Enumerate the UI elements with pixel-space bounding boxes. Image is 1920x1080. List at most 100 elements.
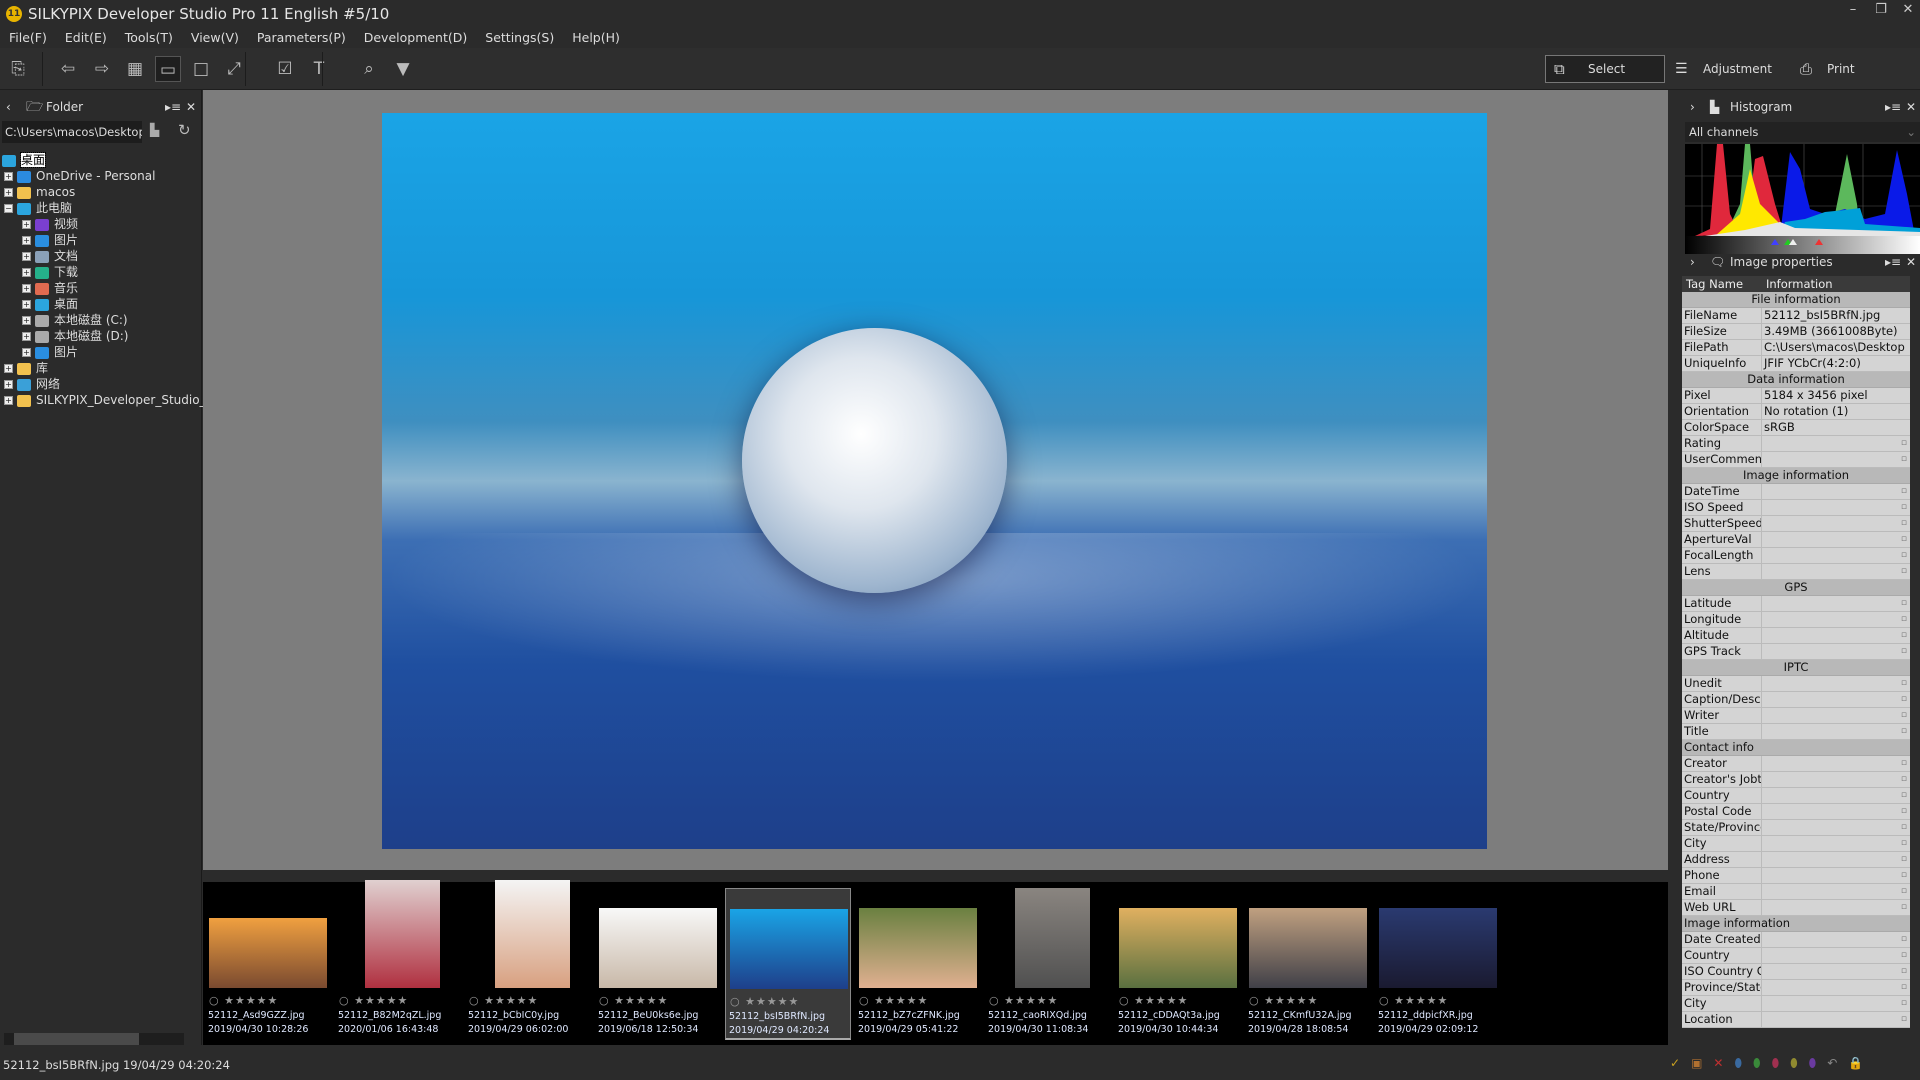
delete-icon[interactable]: ✕	[1713, 1056, 1723, 1071]
panel-close-icon[interactable]: ✕	[186, 95, 196, 119]
filter-icon[interactable]: ▼	[390, 56, 416, 82]
collapse-icon[interactable]: −	[4, 204, 13, 213]
mark-icon[interactable]: ☑	[272, 56, 298, 82]
lock-icon[interactable]: 🔒	[1848, 1056, 1863, 1071]
tree-item[interactable]: + 本地磁盘 (C:)	[22, 312, 128, 328]
panel-menu-icon[interactable]: ▸≡	[165, 95, 181, 119]
property-value[interactable]	[1762, 676, 1910, 691]
property-value[interactable]	[1762, 948, 1910, 963]
rating-stars[interactable]: ○ ★★★★★	[599, 994, 668, 1007]
property-value[interactable]	[1762, 708, 1910, 723]
panel-close-icon[interactable]: ✕	[1906, 95, 1916, 119]
expand-icon[interactable]: +	[22, 236, 31, 245]
thumbnail[interactable]: ○ ★★★★★ 52112_bsI5BRfN.jpg 2019/04/29 04:2…	[725, 888, 851, 1040]
expand-icon[interactable]: +	[22, 332, 31, 341]
property-value[interactable]	[1762, 612, 1910, 627]
folder-path-input[interactable]: C:\Users\macos\Desktop	[2, 121, 142, 143]
tree-item[interactable]: + 视频	[22, 216, 78, 232]
property-value[interactable]	[1762, 964, 1910, 979]
expand-icon[interactable]: +	[22, 220, 31, 229]
rating-stars[interactable]: ○ ★★★★★	[1119, 994, 1188, 1007]
tree-item[interactable]: + 桌面	[22, 296, 78, 312]
expand-icon[interactable]: +	[22, 284, 31, 293]
panel-menu-icon[interactable]: ▸≡	[1885, 95, 1901, 119]
property-value[interactable]	[1762, 1012, 1910, 1027]
property-value[interactable]	[1762, 516, 1910, 531]
close-button[interactable]: ✕	[1893, 2, 1920, 17]
property-value[interactable]	[1762, 804, 1910, 819]
property-value[interactable]	[1762, 756, 1910, 771]
property-value[interactable]	[1762, 596, 1910, 611]
expand-icon[interactable]: +	[4, 380, 13, 389]
tree-item[interactable]: + 网络	[4, 376, 60, 392]
rating-stars[interactable]: ○ ★★★★★	[1249, 994, 1318, 1007]
tree-item[interactable]: 桌面	[2, 152, 47, 168]
image-viewer[interactable]	[203, 90, 1668, 870]
expand-icon[interactable]: +	[22, 348, 31, 357]
select-mode-button[interactable]: ⧉ Select	[1545, 55, 1665, 83]
panel-menu-icon[interactable]: ▸≡	[1885, 250, 1901, 274]
undo-icon[interactable]: ↶	[1827, 1056, 1837, 1071]
expand-icon[interactable]: +	[22, 252, 31, 261]
rating-stars[interactable]: ○ ★★★★★	[1379, 994, 1448, 1007]
property-value[interactable]	[1762, 820, 1910, 835]
thumbnail[interactable]: ○ ★★★★★ 52112_cDDAQt3a.jpg 2019/04/30 10:4…	[1115, 888, 1241, 1040]
property-value[interactable]	[1762, 980, 1910, 995]
adjustment-mode-button[interactable]: ☰ Adjustment	[1675, 55, 1772, 83]
tag-green-icon[interactable]: ⬮	[1753, 1056, 1761, 1071]
thumbnail[interactable]: ○ ★★★★★ 52112_Asd9GZZ.jpg 2019/04/30 10:28…	[205, 888, 331, 1040]
expand-icon[interactable]: +	[4, 396, 13, 405]
next-icon[interactable]: ⇨	[89, 56, 115, 82]
collapse-icon[interactable]: ‹	[6, 95, 11, 119]
tree-item[interactable]: + 库	[4, 360, 48, 376]
property-value[interactable]	[1762, 836, 1910, 851]
menu-item[interactable]: File(F)	[0, 28, 56, 48]
minimize-button[interactable]: –	[1838, 2, 1868, 17]
filmstrip-view-icon[interactable]: ▭	[155, 56, 181, 82]
menu-item[interactable]: View(V)	[182, 28, 248, 48]
rating-stars[interactable]: ○ ★★★★★	[730, 995, 799, 1008]
menu-item[interactable]: Tools(T)	[116, 28, 182, 48]
previous-icon[interactable]: ⇦	[55, 56, 81, 82]
property-value[interactable]	[1762, 500, 1910, 515]
tree-item[interactable]: + 图片	[22, 232, 78, 248]
print-mode-button[interactable]: ⎙ Print	[1800, 55, 1855, 83]
property-value[interactable]	[1762, 996, 1910, 1011]
tree-item[interactable]: + 下载	[22, 264, 78, 280]
tree-item[interactable]: + 文档	[22, 248, 78, 264]
restore-button[interactable]: ❐	[1866, 2, 1896, 17]
menu-item[interactable]: Settings(S)	[476, 28, 563, 48]
property-value[interactable]	[1762, 724, 1910, 739]
rating-stars[interactable]: ○ ★★★★★	[989, 994, 1058, 1007]
tree-item[interactable]: + 音乐	[22, 280, 78, 296]
expand-icon[interactable]: +	[22, 316, 31, 325]
expand-icon[interactable]: +	[22, 268, 31, 277]
property-value[interactable]	[1762, 900, 1910, 915]
tree-item[interactable]: + OneDrive - Personal	[4, 168, 155, 184]
refresh-icon[interactable]: ↻	[178, 121, 191, 139]
thumbnail[interactable]: ○ ★★★★★ 52112_CKmfU32A.jpg 2019/04/28 18:0…	[1245, 888, 1371, 1040]
expand-icon[interactable]: ›	[1690, 250, 1695, 274]
menu-item[interactable]: Parameters(P)	[248, 28, 355, 48]
rating-stars[interactable]: ○ ★★★★★	[859, 994, 928, 1007]
property-value[interactable]	[1762, 884, 1910, 899]
expand-icon[interactable]: +	[22, 300, 31, 309]
fullscreen-icon[interactable]: ⤢	[221, 56, 247, 82]
panel-close-icon[interactable]: ✕	[1906, 250, 1916, 274]
menu-item[interactable]: Development(D)	[355, 28, 477, 48]
rating-stars[interactable]: ○ ★★★★★	[339, 994, 408, 1007]
property-value[interactable]	[1762, 772, 1910, 787]
property-value[interactable]	[1762, 692, 1910, 707]
property-value[interactable]	[1762, 484, 1910, 499]
export-icon[interactable]: ⎘	[5, 56, 31, 82]
tree-item[interactable]: + 本地磁盘 (D:)	[22, 328, 128, 344]
property-value[interactable]	[1762, 868, 1910, 883]
property-value[interactable]	[1762, 628, 1910, 643]
tree-item[interactable]: − 此电脑	[4, 200, 72, 216]
property-value[interactable]	[1762, 788, 1910, 803]
thumbnail[interactable]: ○ ★★★★★ 52112_bZ7cZFNK.jpg 2019/04/29 05:4…	[855, 888, 981, 1040]
expand-icon[interactable]: +	[4, 172, 13, 181]
search-icon[interactable]: ⌕	[356, 56, 382, 82]
copy-icon[interactable]: ▣	[1691, 1056, 1702, 1071]
thumbnail[interactable]: ○ ★★★★★ 52112_B82M2qZL.jpg 2020/01/06 16:4…	[335, 880, 461, 1040]
